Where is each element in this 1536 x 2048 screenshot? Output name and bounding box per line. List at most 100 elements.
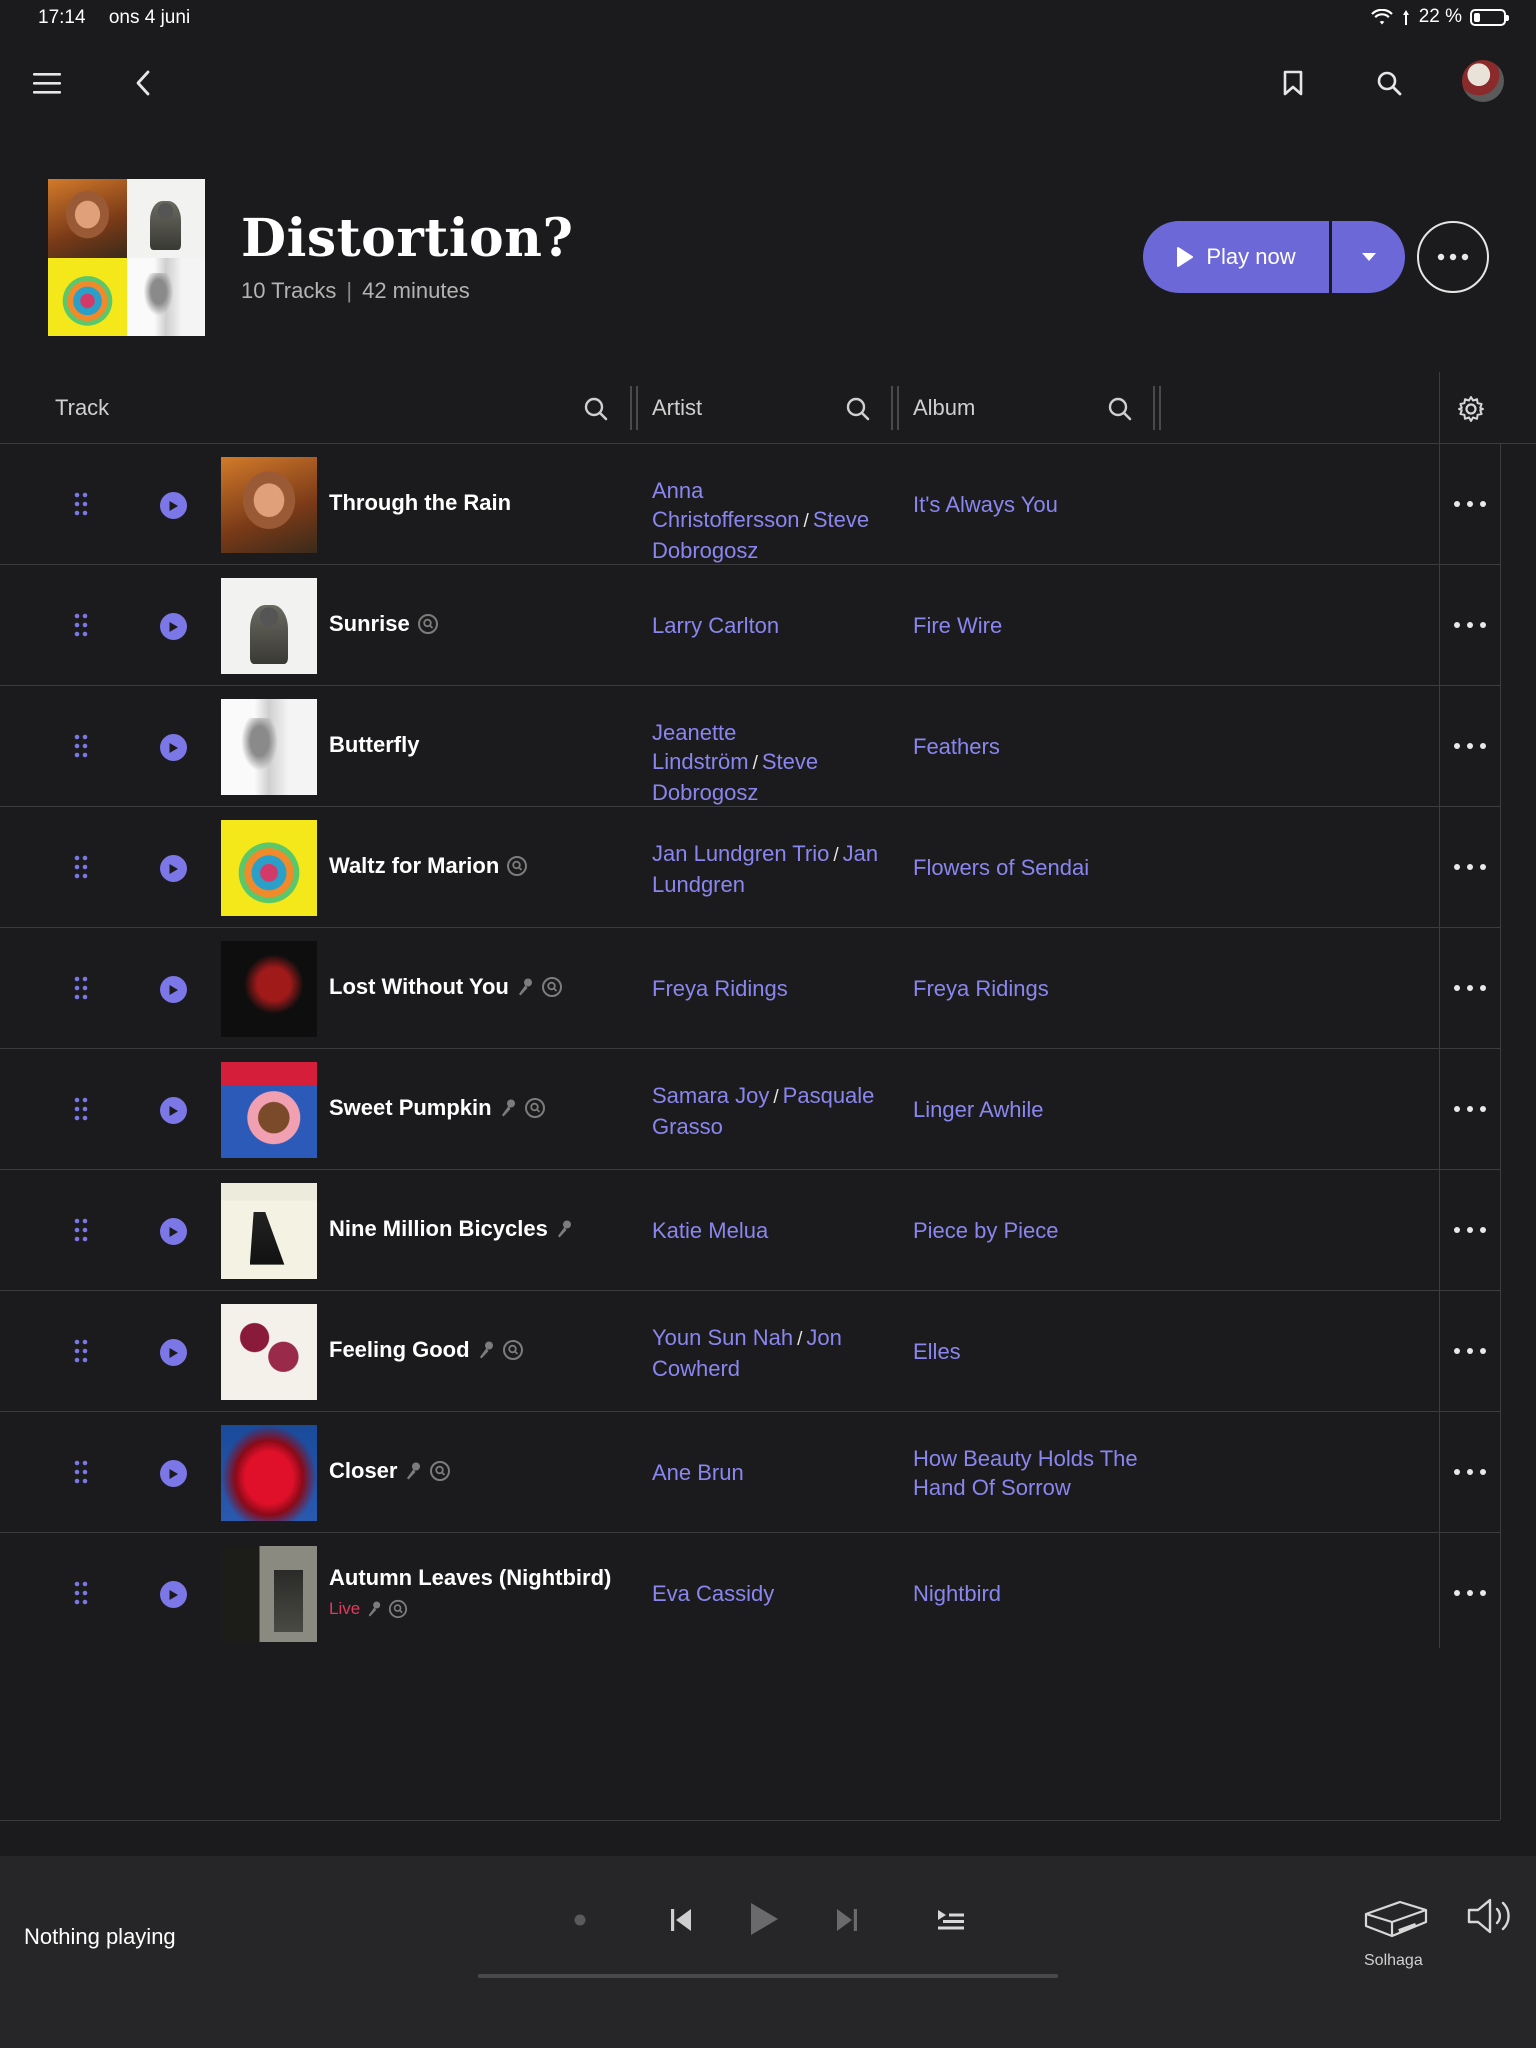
table-row[interactable]: Closer Ane Brun How Beauty Holds The Han… [0,1412,1500,1533]
drag-handle-icon[interactable] [74,976,88,1000]
volume-icon[interactable] [1466,1896,1512,1936]
album-link[interactable]: Fire Wire [913,611,1183,640]
track-play-button[interactable] [160,492,187,519]
artist-search-icon[interactable] [845,396,871,422]
track-title[interactable]: Closer [329,1458,451,1484]
track-album-art[interactable] [221,699,317,795]
track-more-button[interactable] [1454,1462,1486,1482]
album-search-icon[interactable] [1107,396,1133,422]
previous-track-icon[interactable] [664,1900,698,1940]
streamer-device-icon[interactable] [1360,1896,1430,1940]
track-more-button[interactable] [1454,1341,1486,1361]
track-title[interactable]: Feeling Good [329,1337,524,1363]
track-more-button[interactable] [1454,857,1486,877]
album-link[interactable]: It's Always You [913,490,1183,519]
track-title[interactable]: Lost Without You [329,974,563,1000]
track-search-icon[interactable] [583,396,609,422]
album-link[interactable]: Linger Awhile [913,1095,1183,1124]
table-row[interactable]: Waltz for Marion Jan Lundgren Trio / Jan L… [0,807,1500,928]
drag-handle-icon[interactable] [74,492,88,516]
artist-link[interactable]: Freya Ridings [652,976,788,1001]
album-link[interactable]: Elles [913,1337,1183,1366]
track-album-art[interactable] [221,1546,317,1642]
track-more-button[interactable] [1454,615,1486,635]
track-play-button[interactable] [160,1339,187,1366]
drag-handle-icon[interactable] [74,1581,88,1605]
track-more-button[interactable] [1454,1583,1486,1603]
track-more-button[interactable] [1454,1099,1486,1119]
track-album-art[interactable] [221,1425,317,1521]
track-title[interactable]: Butterfly [329,732,419,758]
track-title[interactable]: Sweet Pumpkin [329,1095,546,1121]
table-row[interactable]: Autumn Leaves (Nightbird) Live Eva Cassi… [0,1533,1500,1654]
table-row[interactable]: Nine Million Bicycles Katie Melua Piece … [0,1170,1500,1291]
track-title[interactable]: Sunrise [329,611,439,637]
column-divider[interactable] [1153,386,1155,430]
play-pause-icon[interactable] [742,1894,786,1944]
column-divider[interactable] [891,386,893,430]
track-album-art[interactable] [221,578,317,674]
album-link[interactable]: Flowers of Sendai [913,853,1183,882]
table-row[interactable]: Lost Without You Freya Ridings Freya Rid… [0,928,1500,1049]
table-row[interactable]: Feeling Good Youn Sun Nah / Jon Cowherd El… [0,1291,1500,1412]
zone-name[interactable]: Solhaga [1364,1952,1423,1970]
drag-handle-icon[interactable] [74,734,88,758]
track-play-button[interactable] [160,855,187,882]
avatar[interactable] [1462,60,1504,102]
track-more-button[interactable] [1454,736,1486,756]
column-header-track[interactable]: Track [55,372,109,444]
track-play-button[interactable] [160,734,187,761]
play-now-button[interactable]: Play now [1143,221,1329,293]
play-options-dropdown[interactable] [1332,221,1405,293]
track-title[interactable]: Nine Million Bicycles [329,1216,573,1242]
artist-link[interactable]: Youn Sun Nah [652,1325,793,1350]
track-title[interactable]: Waltz for Marion [329,853,528,879]
track-play-button[interactable] [160,1097,187,1124]
track-album-art[interactable] [221,1304,317,1400]
bookmark-icon[interactable] [1269,59,1317,107]
menu-icon[interactable] [23,59,71,107]
next-track-icon[interactable] [830,1900,864,1940]
drag-handle-icon[interactable] [74,1460,88,1484]
track-title[interactable]: Through the Rain [329,490,511,516]
table-row[interactable]: Sunrise Larry Carlton Fire Wire [0,565,1500,686]
column-divider[interactable] [630,386,632,430]
track-album-art[interactable] [221,820,317,916]
track-more-button[interactable] [1454,1220,1486,1240]
album-link[interactable]: Nightbird [913,1579,1183,1608]
queue-icon[interactable] [934,1902,968,1938]
table-row[interactable]: Butterfly Jeanette Lindström / Steve Dobro… [0,686,1500,807]
playlist-more-button[interactable] [1417,221,1489,293]
artist-link[interactable]: Katie Melua [652,1218,768,1243]
playback-progress-bar[interactable] [478,1974,1058,1978]
column-header-album[interactable]: Album [913,372,975,444]
drag-handle-icon[interactable] [74,1097,88,1121]
radio-dot-indicator[interactable] [568,1908,592,1932]
track-play-button[interactable] [160,1218,187,1245]
track-more-button[interactable] [1454,494,1486,514]
artist-link[interactable]: Jeanette Lindström [652,720,749,774]
artist-link[interactable]: Ane Brun [652,1460,744,1485]
artist-link[interactable]: Samara Joy [652,1083,769,1108]
track-play-button[interactable] [160,976,187,1003]
table-row[interactable]: Sweet Pumpkin Samara Joy / Pasquale Grasso… [0,1049,1500,1170]
artist-link[interactable]: Jan Lundgren Trio [652,841,829,866]
column-header-artist[interactable]: Artist [652,372,702,444]
track-album-art[interactable] [221,1183,317,1279]
artist-link[interactable]: Anna Christoffersson [652,478,800,532]
track-play-button[interactable] [160,613,187,640]
table-row[interactable]: Through the Rain Anna Christoffersson / St… [0,444,1500,565]
drag-handle-icon[interactable] [74,1339,88,1363]
track-more-button[interactable] [1454,978,1486,998]
track-play-button[interactable] [160,1581,187,1608]
album-link[interactable]: Piece by Piece [913,1216,1183,1245]
track-album-art[interactable] [221,941,317,1037]
back-chevron-icon[interactable] [119,59,167,107]
gear-icon[interactable] [1456,394,1486,424]
search-icon[interactable] [1365,59,1413,107]
album-link[interactable]: Freya Ridings [913,974,1183,1003]
album-link[interactable]: How Beauty Holds The Hand Of Sorrow [913,1444,1183,1502]
album-link[interactable]: Feathers [913,732,1183,761]
track-album-art[interactable] [221,457,317,553]
drag-handle-icon[interactable] [74,1218,88,1242]
